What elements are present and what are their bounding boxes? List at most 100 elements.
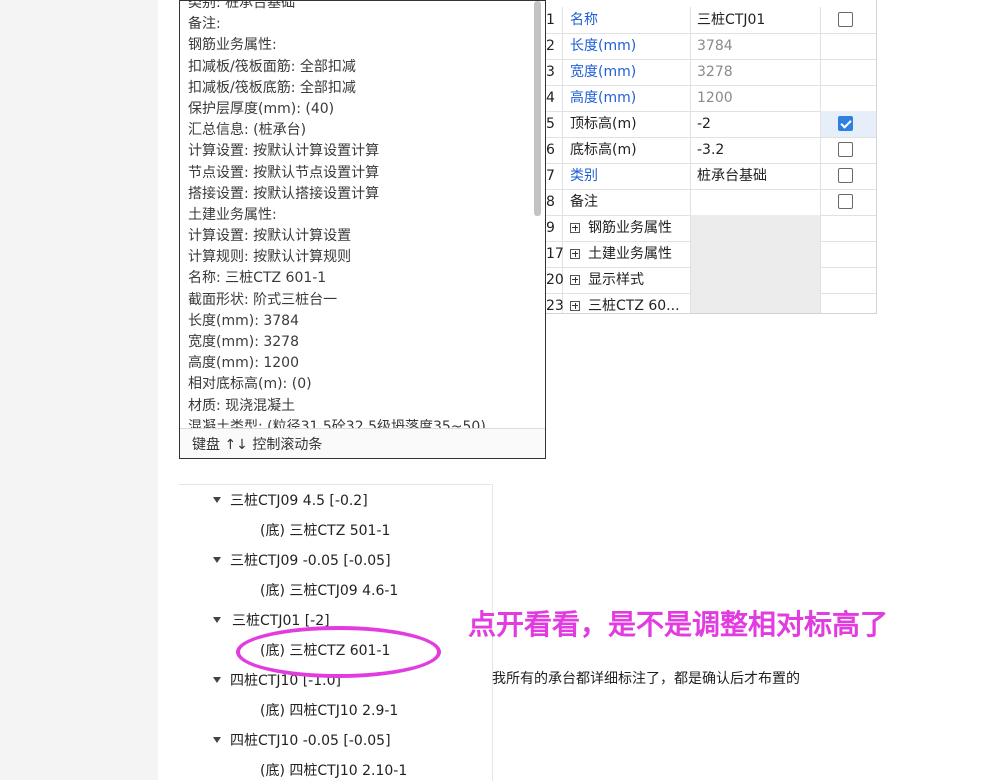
- attach-cell: [821, 111, 876, 137]
- property-value: [691, 267, 821, 293]
- attach-cell: [821, 215, 876, 241]
- property-value: [691, 241, 821, 267]
- attach-checkbox[interactable]: [838, 142, 853, 157]
- property-value[interactable]: 3278: [691, 59, 821, 85]
- tree-node-label: (底) 四桩CTJ10 2.9-1: [260, 703, 399, 719]
- attach-checkbox[interactable]: [838, 168, 853, 183]
- tree-node-label: 三桩CTJ09 4.5 [-0.2]: [230, 493, 368, 509]
- property-name: 宽度(mm): [563, 59, 691, 85]
- property-row-height[interactable]: 4 高度(mm) 1200: [541, 85, 876, 112]
- property-value[interactable]: -3.2: [691, 137, 821, 163]
- group-label: 钢筋业务属性: [588, 220, 672, 236]
- property-row-top-elevation[interactable]: 5 顶标高(m) -2: [541, 111, 876, 138]
- tooltip-line: 计算设置: 按默认计算设置: [188, 228, 352, 245]
- property-row-category[interactable]: 7 类别 桩承台基础: [541, 163, 876, 190]
- tooltip-line: 宽度(mm): 3278: [188, 334, 299, 350]
- tooltip-line: 高度(mm): 1200: [188, 355, 299, 372]
- attach-cell: [821, 85, 876, 111]
- expand-icon[interactable]: [570, 301, 580, 311]
- tree-node-label: 三桩CTJ09 -0.05 [-0.05]: [230, 553, 391, 569]
- left-gutter: [0, 0, 158, 780]
- tree-leaf[interactable]: (底) 三桩CTJ09 4.6-1: [260, 580, 398, 602]
- property-value[interactable]: 1200: [691, 85, 821, 111]
- tree-leaf[interactable]: (底) 三桩CTZ 501-1: [260, 520, 390, 542]
- collapse-triangle-icon[interactable]: [213, 737, 221, 743]
- expand-icon[interactable]: [570, 249, 580, 259]
- tooltip-line: 保护层厚度(mm): (40): [188, 100, 335, 117]
- highlight-ellipse: [236, 626, 441, 678]
- tooltip-line: 截面形状: 阶式三桩台一: [188, 291, 338, 308]
- property-group-name: 三桩CTZ 60...: [563, 293, 691, 314]
- property-value[interactable]: 三桩CTJ01: [691, 7, 821, 33]
- tooltip-scrollbar[interactable]: [534, 1, 541, 431]
- property-value: [691, 215, 821, 241]
- attach-cell: [821, 293, 876, 313]
- tooltip-line: 扣减板/筏板底筋: 全部扣减: [188, 79, 356, 96]
- property-group-sub-element[interactable]: 23 三桩CTZ 60...: [541, 293, 876, 314]
- collapse-triangle-icon[interactable]: [213, 617, 221, 623]
- tree-node-label: (底) 三桩CTZ 501-1: [260, 523, 391, 539]
- property-row-bottom-elevation[interactable]: 6 底标高(m) -3.2: [541, 137, 876, 164]
- scrollbar-thumb[interactable]: [534, 1, 541, 216]
- tooltip-line: 名称: 三桩CTZ 601-1: [188, 270, 327, 287]
- property-row-length[interactable]: 2 长度(mm) 3784: [541, 33, 876, 60]
- tooltip-line: 类别: 桩承台基础: [188, 0, 296, 11]
- collapse-triangle-icon[interactable]: [213, 497, 221, 503]
- tree-node-label: (底) 三桩CTJ09 4.6-1: [260, 583, 399, 599]
- property-tooltip: 类别: 桩承台基础 备注: 钢筋业务属性: 扣减板/筏板面筋: 全部扣减 扣减板…: [179, 0, 546, 459]
- expand-icon[interactable]: [570, 223, 580, 233]
- tree-node-label: (底) 四桩CTJ10 2.10-1: [260, 763, 408, 779]
- tooltip-line: 备注:: [188, 16, 221, 33]
- attach-cell: [821, 241, 876, 267]
- property-group-name: 土建业务属性: [563, 241, 691, 267]
- tooltip-line: 计算设置: 按默认计算设置计算: [188, 143, 380, 160]
- attach-checkbox[interactable]: [838, 116, 853, 131]
- property-name: 底标高(m): [563, 137, 691, 163]
- attach-cell: [821, 59, 876, 85]
- tooltip-line: 材质: 现浇混凝土: [188, 397, 296, 414]
- property-name: 顶标高(m): [563, 111, 691, 137]
- property-group-rebar[interactable]: 9 钢筋业务属性: [541, 215, 876, 242]
- tooltip-content: 类别: 桩承台基础 备注: 钢筋业务属性: 扣减板/筏板面筋: 全部扣减 扣减板…: [188, 0, 528, 428]
- property-row-remark[interactable]: 8 备注: [541, 189, 876, 216]
- property-value[interactable]: 3784: [691, 33, 821, 59]
- property-value: [691, 293, 821, 313]
- tooltip-line: 混凝土类型: (粒径31.5砼32.5级坍落度35~50): [188, 418, 486, 428]
- property-table: 1 名称 三桩CTJ01 2 长度(mm) 3784 3 宽度(mm) 3278…: [541, 0, 877, 314]
- group-label: 土建业务属性: [588, 246, 672, 262]
- tree-node[interactable]: 三桩CTJ09 4.5 [-0.2]: [213, 490, 368, 512]
- tree-node[interactable]: 三桩CTJ09 -0.05 [-0.05]: [213, 550, 391, 572]
- tooltip-line: 扣减板/筏板面筋: 全部扣减: [188, 58, 356, 75]
- property-group-display-style[interactable]: 20 显示样式: [541, 267, 876, 294]
- annotation-note: 我所有的承台都详细标注了，都是确认后才布置的: [492, 671, 800, 687]
- tooltip-line: 计算规则: 按默认计算规则: [188, 249, 352, 266]
- annotation-headline: 点开看看，是不是调整相对标高了: [468, 608, 889, 641]
- attach-checkbox[interactable]: [838, 12, 853, 27]
- tooltip-line: 节点设置: 按默认节点设置计算: [188, 164, 380, 181]
- expand-icon[interactable]: [570, 275, 580, 285]
- keyboard-hint: 键盘 ↑↓ 控制滚动条: [192, 437, 323, 453]
- collapse-triangle-icon[interactable]: [213, 677, 221, 683]
- tooltip-line: 长度(mm): 3784: [188, 312, 299, 329]
- tooltip-line: 相对底标高(m): (0): [188, 376, 312, 393]
- attach-cell: [821, 267, 876, 293]
- tooltip-line: 土建业务属性:: [188, 206, 277, 223]
- collapse-triangle-icon[interactable]: [213, 557, 221, 563]
- property-name: 名称: [563, 7, 691, 33]
- property-row-name[interactable]: 1 名称 三桩CTJ01: [541, 7, 876, 34]
- property-name: 类别: [563, 163, 691, 189]
- property-row-width[interactable]: 3 宽度(mm) 3278: [541, 59, 876, 86]
- attach-cell: [821, 33, 876, 59]
- attach-cell: [821, 7, 876, 33]
- property-value[interactable]: -2: [691, 111, 821, 137]
- property-value[interactable]: 桩承台基础: [691, 163, 821, 189]
- property-name: 备注: [563, 189, 691, 215]
- attach-checkbox[interactable]: [838, 194, 853, 209]
- tree-node[interactable]: 四桩CTJ10 -0.05 [-0.05]: [213, 730, 391, 752]
- tree-leaf[interactable]: (底) 四桩CTJ10 2.9-1: [260, 700, 398, 722]
- tree-leaf[interactable]: (底) 四桩CTJ10 2.10-1: [260, 760, 407, 782]
- property-group-civil[interactable]: 17 土建业务属性: [541, 241, 876, 268]
- property-value[interactable]: [691, 189, 821, 215]
- tooltip-line: 汇总信息: (桩承台): [188, 122, 307, 139]
- group-label: 三桩CTZ 60...: [588, 298, 680, 314]
